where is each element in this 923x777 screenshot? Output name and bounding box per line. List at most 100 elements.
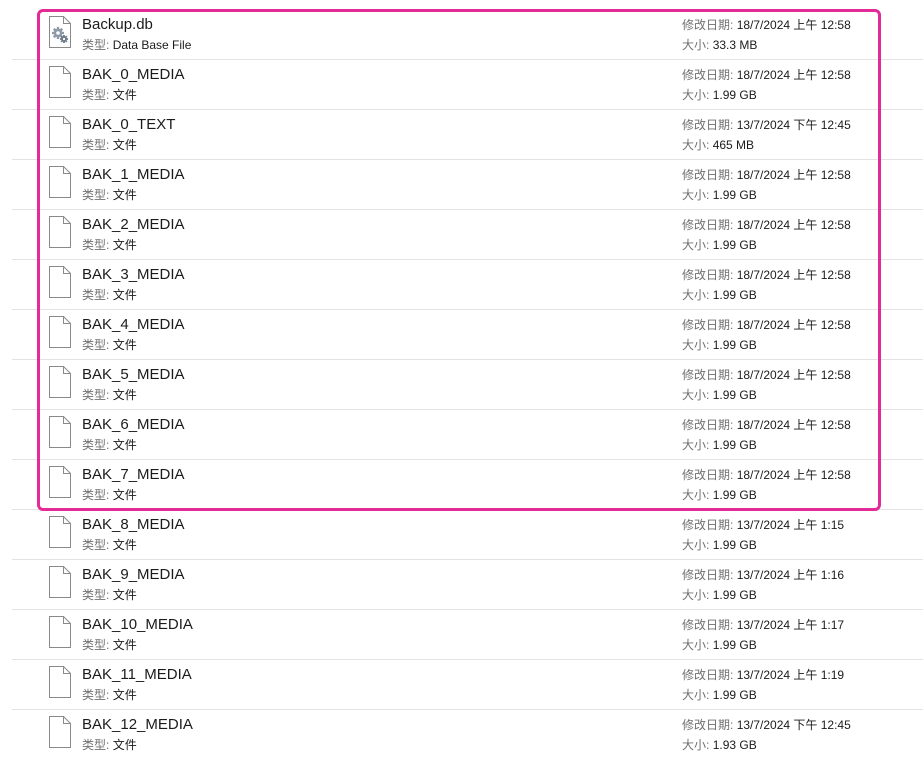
size-label: 大小:: [682, 338, 710, 352]
file-type-line: 类型: 文件: [82, 438, 137, 453]
file-type-line: 类型: 文件: [82, 88, 137, 103]
file-row[interactable]: BAK_8_MEDIA 类型: 文件 修改日期: 13/7/2024 上午 1:15…: [0, 510, 923, 560]
size-label: 大小:: [682, 138, 710, 152]
modified-line: 修改日期: 18/7/2024 上午 12:58: [682, 18, 851, 33]
file-name: Backup.db: [82, 16, 153, 33]
modified-date: 13/7/2024 下午 12:45: [736, 118, 851, 132]
modified-date: 18/7/2024 上午 12:58: [736, 68, 851, 82]
file-type: Data Base File: [112, 38, 192, 52]
size-label: 大小:: [682, 238, 710, 252]
file-type-line: 类型: 文件: [82, 238, 137, 253]
file-name: BAK_8_MEDIA: [82, 516, 185, 533]
modified-date: 18/7/2024 上午 12:58: [736, 268, 851, 282]
settings-file-icon: [48, 16, 72, 48]
file-icon: [48, 316, 72, 348]
file-row[interactable]: BAK_1_MEDIA 类型: 文件 修改日期: 18/7/2024 上午 12:5…: [0, 160, 923, 210]
file-row[interactable]: BAK_4_MEDIA 类型: 文件 修改日期: 18/7/2024 上午 12:5…: [0, 310, 923, 360]
type-label: 类型:: [82, 488, 110, 502]
file-size: 1.99 GB: [712, 638, 757, 652]
file-size: 1.99 GB: [712, 388, 757, 402]
size-line: 大小: 1.99 GB: [682, 88, 757, 103]
file-row[interactable]: BAK_0_MEDIA 类型: 文件 修改日期: 18/7/2024 上午 12:5…: [0, 60, 923, 110]
modified-label: 修改日期:: [682, 268, 734, 282]
type-label: 类型:: [82, 388, 110, 402]
size-line: 大小: 1.99 GB: [682, 688, 757, 703]
size-label: 大小:: [682, 638, 710, 652]
size-line: 大小: 1.99 GB: [682, 188, 757, 203]
file-name: BAK_0_TEXT: [82, 116, 176, 133]
size-line: 大小: 33.3 MB: [682, 38, 757, 53]
type-label: 类型:: [82, 588, 110, 602]
modified-line: 修改日期: 18/7/2024 上午 12:58: [682, 418, 851, 433]
file-size: 1.99 GB: [712, 338, 757, 352]
file-name: BAK_10_MEDIA: [82, 616, 193, 633]
file-icon: [48, 166, 72, 198]
modified-date: 18/7/2024 上午 12:58: [736, 418, 851, 432]
type-label: 类型:: [82, 338, 110, 352]
type-label: 类型:: [82, 238, 110, 252]
file-row[interactable]: BAK_9_MEDIA 类型: 文件 修改日期: 13/7/2024 上午 1:16…: [0, 560, 923, 610]
file-row[interactable]: BAK_11_MEDIA 类型: 文件 修改日期: 13/7/2024 上午 1:1…: [0, 660, 923, 710]
file-name: BAK_9_MEDIA: [82, 566, 185, 583]
modified-label: 修改日期:: [682, 118, 734, 132]
modified-line: 修改日期: 13/7/2024 下午 12:45: [682, 718, 851, 733]
file-name: BAK_7_MEDIA: [82, 466, 185, 483]
modified-line: 修改日期: 18/7/2024 上午 12:58: [682, 468, 851, 483]
modified-label: 修改日期:: [682, 18, 734, 32]
file-icon: [48, 216, 72, 248]
modified-date: 18/7/2024 上午 12:58: [736, 468, 851, 482]
file-size: 1.99 GB: [712, 438, 757, 452]
type-label: 类型:: [82, 288, 110, 302]
file-row[interactable]: BAK_5_MEDIA 类型: 文件 修改日期: 18/7/2024 上午 12:5…: [0, 360, 923, 410]
modified-label: 修改日期:: [682, 518, 734, 532]
type-label: 类型:: [82, 138, 110, 152]
file-type: 文件: [112, 388, 137, 402]
modified-label: 修改日期:: [682, 668, 734, 682]
modified-line: 修改日期: 13/7/2024 上午 1:16: [682, 568, 844, 583]
file-type-line: 类型: 文件: [82, 638, 137, 653]
file-type-line: 类型: 文件: [82, 188, 137, 203]
file-type-line: 类型: Data Base File: [82, 38, 191, 53]
size-line: 大小: 1.99 GB: [682, 588, 757, 603]
file-type: 文件: [112, 688, 137, 702]
file-type: 文件: [112, 288, 137, 302]
type-label: 类型:: [82, 438, 110, 452]
modified-label: 修改日期:: [682, 368, 734, 382]
modified-line: 修改日期: 18/7/2024 上午 12:58: [682, 268, 851, 283]
modified-date: 13/7/2024 下午 12:45: [736, 718, 851, 732]
file-row[interactable]: BAK_3_MEDIA 类型: 文件 修改日期: 18/7/2024 上午 12:5…: [0, 260, 923, 310]
size-label: 大小:: [682, 188, 710, 202]
size-line: 大小: 1.99 GB: [682, 538, 757, 553]
modified-label: 修改日期:: [682, 418, 734, 432]
file-icon: [48, 616, 72, 648]
file-row[interactable]: BAK_7_MEDIA 类型: 文件 修改日期: 18/7/2024 上午 12:5…: [0, 460, 923, 510]
file-type-line: 类型: 文件: [82, 138, 137, 153]
file-icon: [48, 116, 72, 148]
file-list: Backup.db 类型: Data Base File 修改日期: 18/7/20…: [0, 10, 923, 760]
modified-label: 修改日期:: [682, 218, 734, 232]
file-size: 1.93 GB: [712, 738, 757, 752]
size-label: 大小:: [682, 88, 710, 102]
file-row[interactable]: BAK_2_MEDIA 类型: 文件 修改日期: 18/7/2024 上午 12:5…: [0, 210, 923, 260]
modified-label: 修改日期:: [682, 618, 734, 632]
file-row[interactable]: Backup.db 类型: Data Base File 修改日期: 18/7/20…: [0, 10, 923, 60]
file-type-line: 类型: 文件: [82, 488, 137, 503]
file-row[interactable]: BAK_0_TEXT 类型: 文件 修改日期: 13/7/2024 下午 12:45…: [0, 110, 923, 160]
type-label: 类型:: [82, 688, 110, 702]
modified-date: 18/7/2024 上午 12:58: [736, 368, 851, 382]
file-type: 文件: [112, 438, 137, 452]
file-name: BAK_11_MEDIA: [82, 666, 192, 683]
file-icon: [48, 66, 72, 98]
size-line: 大小: 1.99 GB: [682, 338, 757, 353]
file-size: 1.99 GB: [712, 188, 757, 202]
file-row[interactable]: BAK_10_MEDIA 类型: 文件 修改日期: 13/7/2024 上午 1:1…: [0, 610, 923, 660]
file-name: BAK_2_MEDIA: [82, 216, 185, 233]
modified-line: 修改日期: 13/7/2024 上午 1:17: [682, 618, 844, 633]
size-line: 大小: 465 MB: [682, 138, 754, 153]
file-type: 文件: [112, 588, 137, 602]
file-size: 1.99 GB: [712, 588, 757, 602]
file-type: 文件: [112, 538, 137, 552]
file-row[interactable]: BAK_12_MEDIA 类型: 文件 修改日期: 13/7/2024 下午 12:…: [0, 710, 923, 760]
file-row[interactable]: BAK_6_MEDIA 类型: 文件 修改日期: 18/7/2024 上午 12:5…: [0, 410, 923, 460]
file-name: BAK_1_MEDIA: [82, 166, 185, 183]
